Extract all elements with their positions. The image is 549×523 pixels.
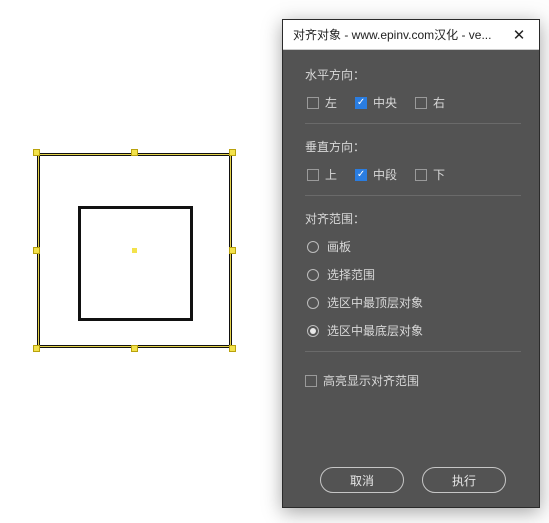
scope-radio-bottommost[interactable]: 选区中最底层对象	[307, 322, 521, 339]
scope-radio-topmost[interactable]: 选区中最顶层对象	[307, 294, 521, 311]
v-bottom-label: 下	[433, 166, 445, 183]
h-left-checkbox[interactable]: 左	[307, 94, 337, 111]
highlight-row: 高亮显示对齐范围	[305, 372, 521, 389]
canvas-area	[0, 0, 280, 523]
selection-handle[interactable]	[131, 345, 138, 352]
h-center-checkbox[interactable]: ✓ 中央	[355, 94, 397, 111]
scope-opt-label: 选区中最底层对象	[327, 322, 423, 339]
align-dialog: 对齐对象 - www.epinv.com汉化 - ve... ✕ 水平方向： 左…	[282, 19, 540, 508]
scope-radio-list: 画板 选择范围 选区中最顶层对象 选区中最底层对象	[305, 238, 521, 339]
horizontal-label: 水平方向：	[305, 66, 521, 83]
execute-button[interactable]: 执行	[422, 467, 506, 493]
horizontal-section: 水平方向： 左 ✓ 中央 右	[305, 66, 521, 124]
h-right-checkbox[interactable]: 右	[415, 94, 445, 111]
dialog-body: 水平方向： 左 ✓ 中央 右 垂直方向：	[283, 50, 539, 507]
highlight-checkbox[interactable]: 高亮显示对齐范围	[305, 372, 419, 389]
selection-handle[interactable]	[229, 345, 236, 352]
dialog-titlebar[interactable]: 对齐对象 - www.epinv.com汉化 - ve... ✕	[283, 20, 539, 50]
scope-radio-artboard[interactable]: 画板	[307, 238, 521, 255]
h-left-label: 左	[325, 94, 337, 111]
cancel-button[interactable]: 取消	[320, 467, 404, 493]
close-icon: ✕	[513, 26, 526, 44]
vertical-label: 垂直方向：	[305, 138, 521, 155]
v-top-checkbox[interactable]: 上	[307, 166, 337, 183]
v-middle-label: 中段	[373, 166, 397, 183]
dialog-title: 对齐对象 - www.epinv.com汉化 - ve...	[293, 26, 505, 43]
scope-opt-label: 选择范围	[327, 266, 375, 283]
scope-section: 对齐范围： 画板 选择范围 选区中最顶层对象 选区中最底层对象	[305, 210, 521, 352]
scope-opt-label: 选区中最顶层对象	[327, 294, 423, 311]
h-center-label: 中央	[373, 94, 397, 111]
selection-handle[interactable]	[229, 149, 236, 156]
selection-handle[interactable]	[229, 247, 236, 254]
close-button[interactable]: ✕	[505, 24, 533, 46]
selection-handle[interactable]	[33, 345, 40, 352]
vertical-section: 垂直方向： 上 ✓ 中段 下	[305, 138, 521, 196]
highlight-label: 高亮显示对齐范围	[323, 372, 419, 389]
selection-handle[interactable]	[33, 149, 40, 156]
selection-handle[interactable]	[33, 247, 40, 254]
scope-radio-selection[interactable]: 选择范围	[307, 266, 521, 283]
dialog-button-row: 取消 执行	[305, 451, 521, 493]
v-bottom-checkbox[interactable]: 下	[415, 166, 445, 183]
selection-center-icon	[132, 248, 137, 253]
selection-handle[interactable]	[131, 149, 138, 156]
v-middle-checkbox[interactable]: ✓ 中段	[355, 166, 397, 183]
h-right-label: 右	[433, 94, 445, 111]
scope-label: 对齐范围：	[305, 210, 521, 227]
inner-rectangle[interactable]	[78, 206, 193, 321]
scope-opt-label: 画板	[327, 238, 351, 255]
v-top-label: 上	[325, 166, 337, 183]
